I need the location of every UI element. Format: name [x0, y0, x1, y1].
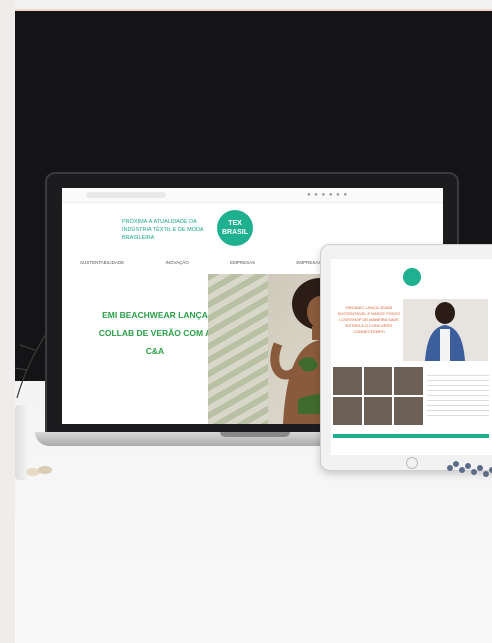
- nav-item[interactable]: EMPRESAS: [230, 260, 255, 265]
- search-bar[interactable]: [86, 192, 166, 198]
- social-icons: ● ● ● ● ● ●: [307, 192, 349, 198]
- grid-thumb[interactable]: [394, 367, 423, 395]
- tablet: ORGANIC LANÇA JEANS SUSTENTÁVEL E NASCE …: [320, 244, 492, 471]
- laptop-notch: [220, 432, 290, 437]
- top-strip: [15, 0, 492, 11]
- tablet-headline[interactable]: ORGANIC LANÇA JEANS SUSTENTÁVEL E NASCE …: [333, 305, 405, 335]
- tablet-site-logo[interactable]: [403, 268, 421, 286]
- grid-thumb[interactable]: [394, 397, 423, 425]
- grid-thumb[interactable]: [363, 397, 393, 425]
- tablet-screen: ORGANIC LANÇA JEANS SUSTENTÁVEL E NASCE …: [331, 259, 492, 455]
- site-tagline: PRÓXIMA À ATUALIDADE DA INDÚSTRIA TÊXTIL…: [122, 219, 204, 241]
- palm-shadow-panel: [208, 274, 268, 424]
- hero-headline[interactable]: EMI BEACHWEAR LANÇA COLLAB DE VERÃO COM …: [90, 306, 220, 360]
- home-button[interactable]: [406, 457, 418, 469]
- tablet-photo-grid: [333, 367, 423, 425]
- nav-item[interactable]: INOVAÇÃO: [165, 260, 188, 265]
- nav-item[interactable]: SUSTENTABILIDADE: [80, 260, 124, 265]
- grid-thumb[interactable]: [333, 367, 362, 395]
- grid-thumb[interactable]: [363, 367, 393, 395]
- tablet-green-bar: [333, 434, 489, 438]
- tablet-calendar: [427, 371, 489, 419]
- lavender-sprig: [447, 461, 492, 477]
- dried-flower: [26, 466, 52, 476]
- mockup-scene: ● ● ● ● ● ● PRÓXIMA À ATUALIDADE DA INDÚ…: [15, 0, 492, 643]
- tablet-hero-photo[interactable]: [403, 299, 488, 361]
- nav-item[interactable]: EMPRESAS: [296, 260, 321, 265]
- site-logo[interactable]: TEX BRASIL: [217, 210, 253, 246]
- site-topbar: ● ● ● ● ● ●: [62, 188, 443, 203]
- grid-thumb[interactable]: [333, 397, 362, 425]
- tablet-model-figure: [425, 302, 465, 361]
